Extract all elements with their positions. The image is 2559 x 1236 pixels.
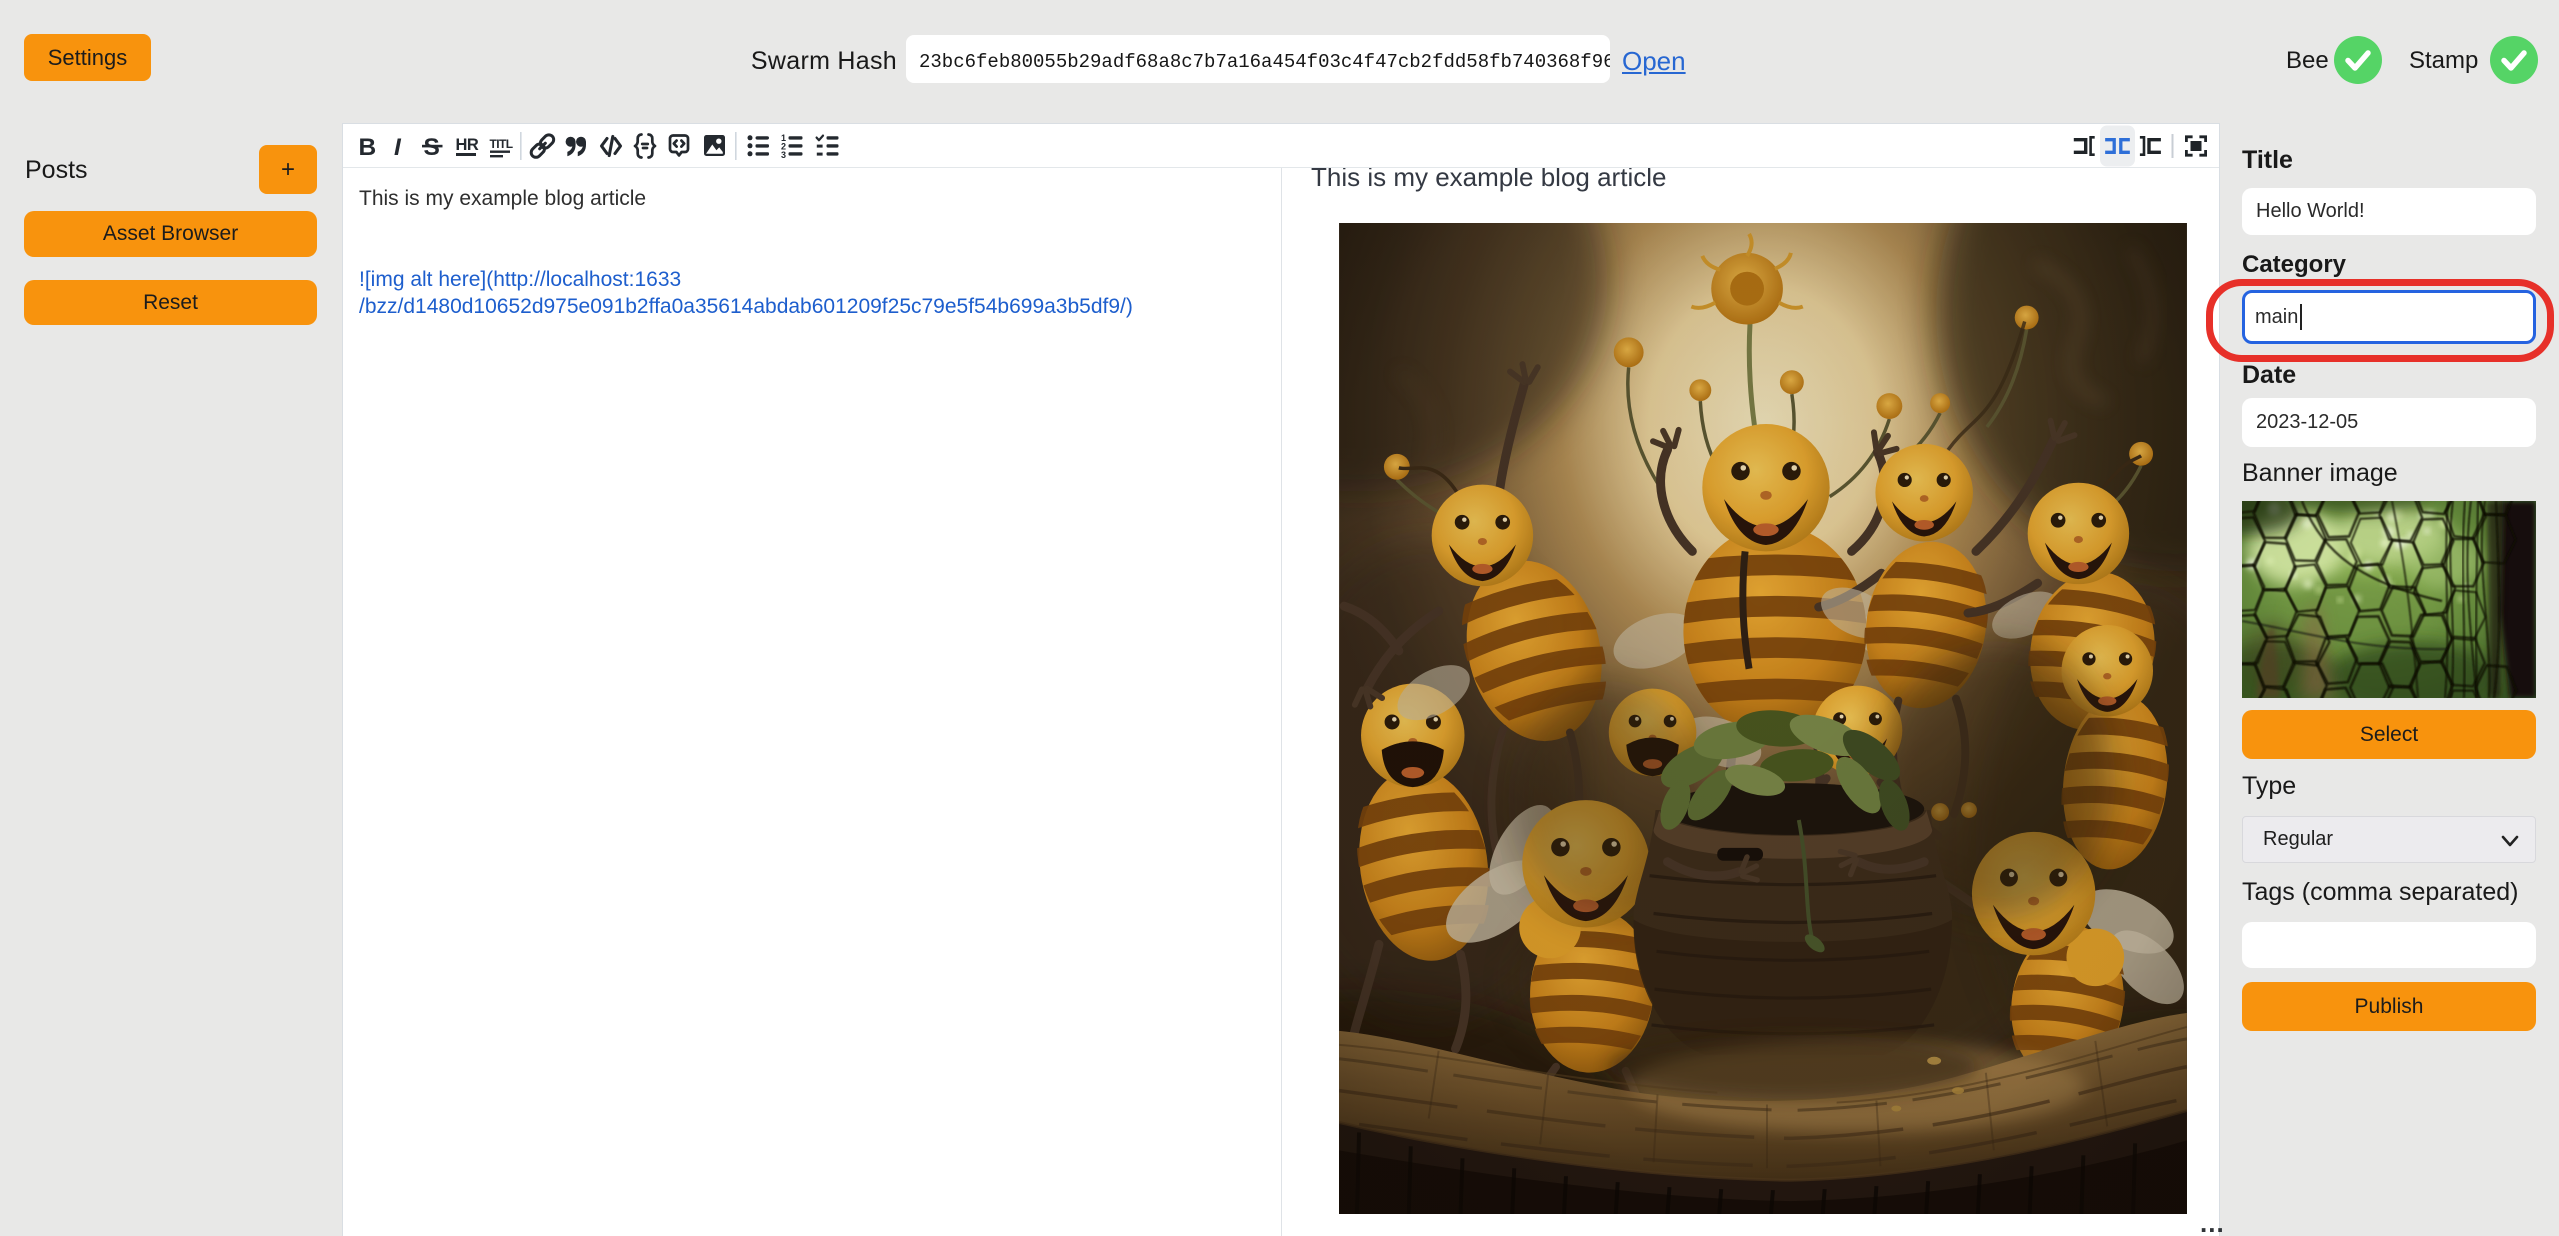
svg-text:HR: HR [456,136,479,154]
svg-text:S: S [424,134,440,161]
svg-text:3: 3 [781,150,786,160]
svg-text:B: B [359,134,377,161]
svg-text:TITL: TITL [490,137,513,151]
svg-text:I: I [394,134,402,161]
